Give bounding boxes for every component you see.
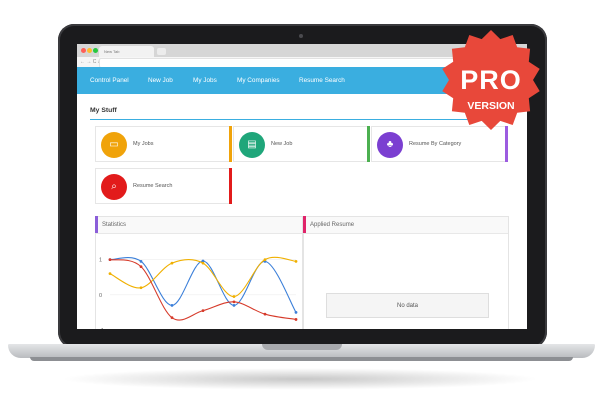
data-point (232, 303, 236, 307)
tile-accent-bar (367, 126, 370, 162)
tile-resume-by-category[interactable]: ♣ Resume By Category (371, 126, 508, 162)
data-point (263, 312, 267, 316)
data-point (170, 316, 174, 320)
y-tick-label: 0 (99, 293, 102, 299)
y-tick-label: 1 (99, 258, 102, 264)
search-document-icon: ⌕ (101, 174, 127, 200)
statistics-chart: 1 0 -1 (99, 256, 298, 329)
new-tab-button[interactable] (157, 48, 166, 55)
panel-accent (303, 216, 306, 233)
data-point (294, 318, 298, 321)
tile-label: New Job (271, 141, 293, 147)
data-point (139, 265, 143, 269)
data-point (294, 259, 298, 263)
minimize-window-icon[interactable] (87, 48, 92, 53)
data-point (201, 261, 205, 265)
laptop-base-bottom (30, 357, 573, 361)
tile-resume-search[interactable]: ⌕ Resume Search (95, 168, 232, 204)
tile-my-jobs[interactable]: ▭ My Jobs (95, 126, 232, 162)
maximize-window-icon[interactable] (93, 48, 98, 53)
series-line (109, 256, 297, 313)
applied-resume-title: Applied Resume (310, 222, 355, 228)
camera-icon (299, 34, 303, 38)
tile-accent-bar (229, 168, 232, 204)
briefcase-icon: ▭ (101, 132, 127, 158)
laptop-notch (262, 344, 342, 350)
tile-accent-bar (505, 126, 508, 162)
nav-my-jobs[interactable]: My Jobs (193, 67, 217, 94)
new-job-icon: ▤ (239, 132, 265, 158)
data-point (232, 295, 236, 298)
tile-new-job[interactable]: ▤ New Job (233, 126, 370, 162)
category-tree-icon: ♣ (377, 132, 403, 158)
applied-resume-panel-header: Applied Resume (303, 216, 508, 234)
data-point (139, 259, 143, 263)
laptop-shadow (60, 368, 540, 390)
nav-my-companies[interactable]: My Companies (237, 67, 280, 94)
nav-new-job[interactable]: New Job (148, 67, 173, 94)
y-tick-label: -1 (99, 328, 104, 329)
statistics-panel: Statistics 1 0 -1 (95, 216, 303, 329)
nav-control-panel[interactable]: Control Panel (90, 67, 129, 94)
close-window-icon[interactable] (81, 48, 86, 53)
tile-label: Resume Search (133, 183, 173, 189)
badge-pro-text: PRO (460, 65, 522, 95)
browser-tab[interactable]: New Tab (99, 46, 154, 57)
data-point (294, 311, 298, 314)
data-point (201, 309, 205, 313)
data-point (139, 286, 143, 290)
tile-label: My Jobs (133, 141, 154, 147)
data-point (263, 258, 267, 261)
data-point (170, 261, 174, 265)
panel-accent (95, 216, 98, 233)
no-data-message: No data (326, 293, 489, 318)
applied-resume-panel: Applied Resume No data (303, 216, 509, 329)
nav-resume-search[interactable]: Resume Search (299, 67, 345, 94)
pro-version-badge: PRO VERSION (440, 29, 542, 131)
page-title: My Stuff (90, 107, 117, 114)
tile-accent-bar (229, 126, 232, 162)
data-point (170, 303, 174, 307)
statistics-title: Statistics (102, 222, 127, 228)
data-point (108, 272, 112, 276)
badge-version-text: VERSION (467, 100, 515, 112)
statistics-panel-header: Statistics (95, 216, 302, 234)
data-point (108, 258, 112, 261)
tile-label: Resume By Category (409, 141, 462, 147)
browser-tab-title: New Tab (104, 49, 120, 54)
data-point (232, 300, 236, 304)
